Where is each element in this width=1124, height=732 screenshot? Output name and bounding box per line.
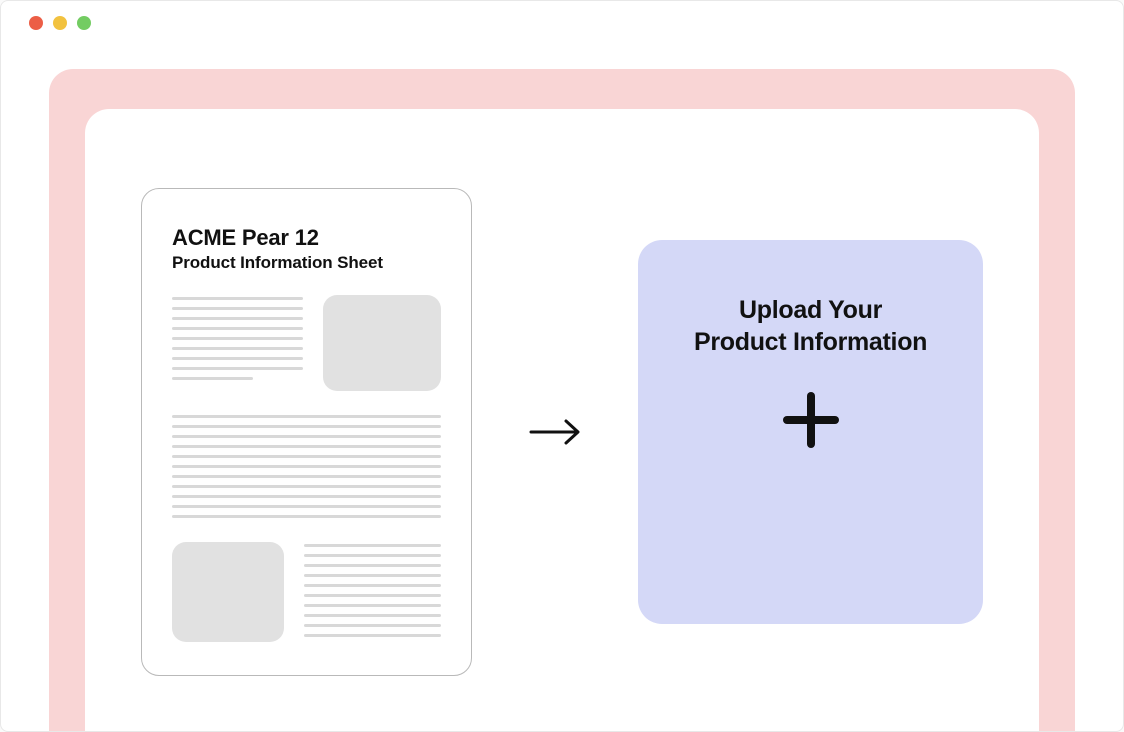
text-line-placeholder <box>304 564 441 567</box>
document-body <box>172 295 441 642</box>
window-maximize-button[interactable] <box>77 16 91 30</box>
text-line-placeholder <box>304 584 441 587</box>
text-line-placeholder <box>172 415 441 418</box>
text-placeholder-block <box>172 415 441 518</box>
text-line-placeholder <box>172 505 441 508</box>
text-line-placeholder <box>172 377 253 380</box>
document-title: ACME Pear 12 <box>172 225 441 251</box>
text-line-placeholder <box>172 485 441 488</box>
text-line-placeholder <box>304 574 441 577</box>
text-line-placeholder <box>172 367 303 370</box>
image-placeholder <box>323 295 441 391</box>
text-line-placeholder <box>304 594 441 597</box>
upload-title-line2: Product Information <box>694 328 927 356</box>
content-frame: ACME Pear 12 Product Information Sheet <box>85 109 1039 731</box>
text-line-placeholder <box>172 347 303 350</box>
text-line-placeholder <box>172 455 441 458</box>
text-line-placeholder <box>172 465 441 468</box>
window-close-button[interactable] <box>29 16 43 30</box>
text-line-placeholder <box>172 495 441 498</box>
text-line-placeholder <box>172 327 303 330</box>
pink-frame: ACME Pear 12 Product Information Sheet <box>49 69 1075 731</box>
doc-section-top <box>172 295 441 391</box>
image-placeholder <box>172 542 284 642</box>
text-line-placeholder <box>172 337 303 340</box>
text-line-placeholder <box>172 297 303 300</box>
document-subtitle: Product Information Sheet <box>172 253 441 273</box>
text-line-placeholder <box>304 544 441 547</box>
text-line-placeholder <box>172 445 441 448</box>
window-minimize-button[interactable] <box>53 16 67 30</box>
text-placeholder-block <box>304 542 441 637</box>
upload-title-line1: Upload Your <box>739 296 882 324</box>
document-preview-card: ACME Pear 12 Product Information Sheet <box>141 188 472 676</box>
text-line-placeholder <box>172 435 441 438</box>
upload-title: Upload Your Product Information <box>694 294 927 358</box>
text-line-placeholder <box>304 624 441 627</box>
text-line-placeholder <box>172 425 441 428</box>
text-placeholder-block <box>172 295 303 380</box>
text-line-placeholder <box>304 604 441 607</box>
text-line-placeholder <box>304 614 441 617</box>
text-line-placeholder <box>304 554 441 557</box>
plus-icon <box>779 388 843 457</box>
window-titlebar <box>1 1 1123 45</box>
text-line-placeholder <box>172 317 303 320</box>
upload-dropzone[interactable]: Upload Your Product Information <box>638 240 983 624</box>
arrow-right-icon <box>528 417 582 447</box>
doc-section-bottom <box>172 542 441 642</box>
app-window: ACME Pear 12 Product Information Sheet <box>0 0 1124 732</box>
text-line-placeholder <box>172 357 303 360</box>
text-line-placeholder <box>172 307 303 310</box>
text-line-placeholder <box>172 515 441 518</box>
text-line-placeholder <box>304 634 441 637</box>
content-row: ACME Pear 12 Product Information Sheet <box>85 109 1039 731</box>
text-line-placeholder <box>172 475 441 478</box>
